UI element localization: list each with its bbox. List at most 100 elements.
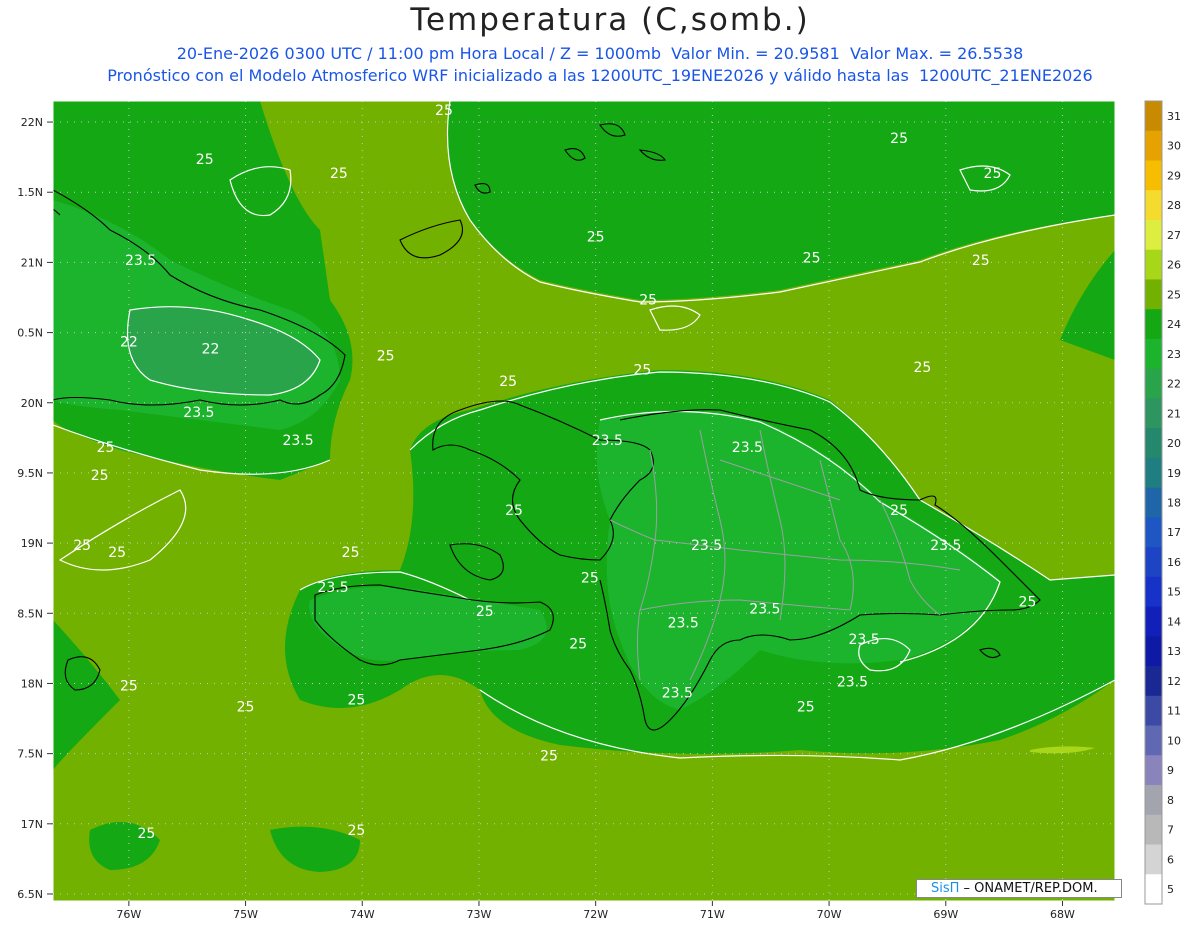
contour-label: 25 [587, 229, 605, 245]
lat-label: 8.5N [17, 607, 43, 620]
colorbar-swatch [1145, 368, 1162, 399]
colorbar-swatch [1145, 725, 1162, 756]
colorbar-label: 28 [1167, 199, 1181, 212]
credit-box: SisΠ – ONAMET/REP.DOM. [916, 879, 1122, 898]
colorbar-swatch [1145, 398, 1162, 429]
colorbar-label: 25 [1167, 288, 1181, 301]
colorbar-label: 13 [1167, 645, 1181, 658]
colorbar-swatch [1145, 428, 1162, 459]
contour-label: 25 [639, 293, 657, 309]
lat-label: 18N [21, 677, 43, 690]
temperature-map: 25 25 25 25 25 25 25 25 25 25 25 25 25 23.5 22 22 23.5 23… [17, 100, 1181, 921]
colorbar-swatch [1145, 190, 1162, 221]
contour-label: 22 [202, 342, 220, 358]
colorbar-label: 18 [1167, 497, 1181, 510]
contour-label: 25 [803, 250, 821, 266]
colorbar-swatch [1145, 785, 1162, 816]
colorbar-swatch [1145, 576, 1162, 608]
contour-label: 25 [633, 363, 651, 379]
colorbar-swatch [1145, 814, 1162, 846]
contour-label: 25 [890, 131, 908, 147]
colorbar-swatch [1145, 130, 1162, 161]
lon-label: 68W [1050, 908, 1075, 921]
lon-label: 73W [467, 908, 492, 921]
contour-label: 23.5 [183, 405, 214, 421]
lon-label: 76W [116, 908, 141, 921]
contour-label: 25 [890, 503, 908, 519]
contour-label: 25 [540, 749, 558, 765]
contour-label: 23.5 [749, 601, 780, 617]
lon-label: 72W [583, 908, 608, 921]
colorbar-label: 14 [1167, 615, 1181, 628]
colorbar-label: 27 [1167, 229, 1181, 242]
colorbar-label: 24 [1167, 318, 1181, 331]
credit-text: – ONAMET/REP.DOM. [959, 881, 1098, 896]
colorbar-label: 9 [1167, 764, 1174, 777]
colorbar-label: 16 [1167, 556, 1181, 569]
colorbar-swatch [1145, 547, 1162, 578]
contour-label: 25 [330, 166, 348, 182]
lon-label: 75W [233, 908, 258, 921]
lon-label: 71W [700, 908, 725, 921]
contour-label: 25 [137, 826, 155, 842]
contour-label: 23.5 [282, 433, 313, 449]
colorbar-label: 5 [1167, 883, 1174, 896]
contour-label: 23.5 [930, 538, 961, 554]
colorbar-label: 15 [1167, 586, 1181, 599]
contour-label: 23.5 [732, 440, 763, 456]
colorbar-label: 29 [1167, 169, 1181, 182]
contour-label: 25 [476, 604, 494, 620]
lat-label: 22N [21, 116, 43, 129]
colorbar-label: 20 [1167, 437, 1181, 450]
colorbar-label: 22 [1167, 378, 1181, 391]
lat-label: 20N [21, 397, 43, 410]
contour-label: 25 [581, 570, 599, 586]
contour-label: 25 [73, 538, 91, 554]
contour-label: 23.5 [592, 433, 623, 449]
lat-label: 17N [21, 818, 43, 831]
colorbar-swatch [1145, 874, 1162, 905]
colorbar-swatch [1145, 844, 1162, 875]
contour-label: 22 [120, 335, 138, 351]
colorbar-swatch [1145, 101, 1162, 132]
colorbar-swatch [1145, 666, 1162, 697]
colorbar-swatch [1145, 517, 1162, 548]
contour-label: 25 [972, 253, 990, 269]
colorbar-label: 6 [1167, 853, 1174, 866]
contour-label: 23.5 [849, 632, 880, 648]
contour-label: 25 [348, 693, 366, 709]
colorbar-label: 26 [1167, 259, 1181, 272]
contour-label: 25 [569, 636, 587, 652]
contour-label: 25 [505, 503, 523, 519]
colorbar-swatch [1145, 160, 1162, 191]
colorbar-swatch [1145, 606, 1162, 637]
contour-label: 23.5 [662, 685, 693, 701]
colorbar-label: 12 [1167, 675, 1181, 688]
contour-label: 23.5 [318, 580, 349, 596]
lat-label: 19N [21, 537, 43, 550]
colorbar-label: 7 [1167, 824, 1174, 837]
lat-label: 7.5N [17, 748, 43, 761]
colorbar-label: 17 [1167, 526, 1181, 539]
colorbar-label: 23 [1167, 348, 1181, 361]
contour-label: 25 [914, 360, 932, 376]
colorbar-swatch [1145, 457, 1162, 489]
contour-label: 25 [1019, 594, 1037, 610]
lat-label: 21N [21, 256, 43, 269]
colorbar-swatch [1145, 636, 1162, 667]
contour-label: 25 [237, 700, 255, 716]
contour-label: 23.5 [837, 674, 868, 690]
colorbar-swatch [1145, 338, 1162, 370]
contour-label: 25 [120, 678, 138, 694]
colorbar-swatch [1145, 487, 1162, 518]
contour-label: 25 [435, 103, 453, 119]
colorbar-label: 21 [1167, 407, 1181, 420]
contour-label: 25 [377, 349, 395, 365]
colorbar-label: 11 [1167, 705, 1181, 718]
contour-label: 23.5 [691, 538, 722, 554]
contour-label: 25 [342, 545, 360, 561]
lon-label: 70W [817, 908, 842, 921]
colorbar-label: 10 [1167, 734, 1181, 747]
lat-label: 9.5N [17, 467, 43, 480]
colorbar-swatch [1145, 279, 1162, 310]
